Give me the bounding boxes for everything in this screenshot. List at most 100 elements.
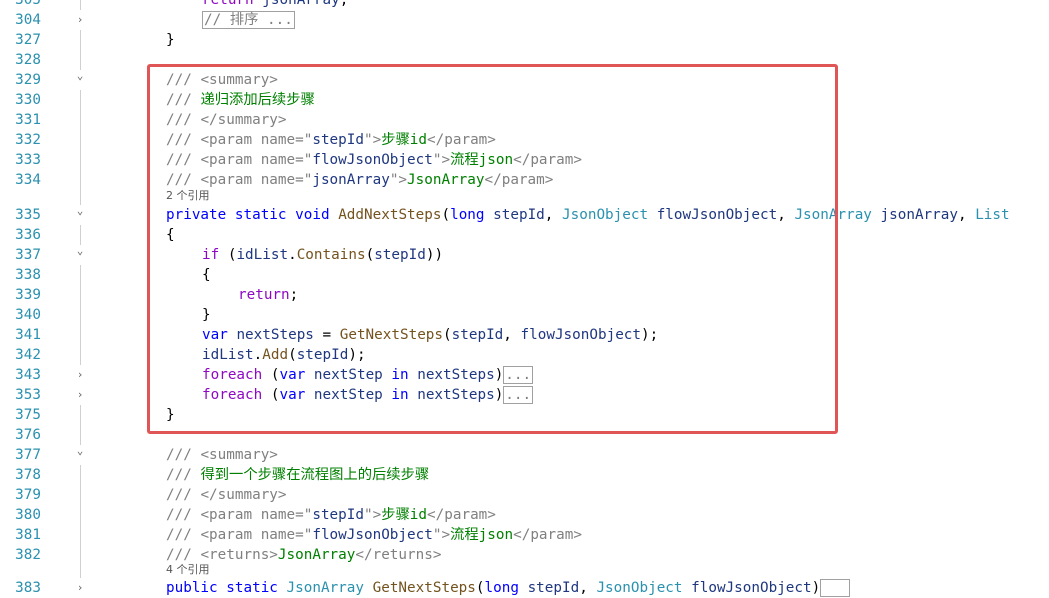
line-number: 332 [15, 132, 41, 148]
code-token: foreach [202, 387, 271, 403]
code-token: jsonArray [312, 172, 390, 188]
code-text: /// <returns>JsonArray</returns> [166, 545, 441, 565]
code-line[interactable]: 305 return jsonArray; [0, 0, 1049, 10]
code-line[interactable]: 376 [0, 425, 1049, 445]
code-token: ( [441, 207, 451, 223]
code-line[interactable]: 381 /// <param name="flowJsonObject">流程js… [0, 525, 1049, 545]
code-token: JsonArray [794, 207, 881, 223]
code-token: 步骤id [381, 132, 428, 148]
code-token: flowJsonObject [520, 327, 642, 343]
line-number: 327 [15, 32, 41, 48]
code-token: ) [811, 580, 821, 596]
code-line[interactable]: 341 var nextSteps = GetNextSteps(stepId, … [0, 325, 1049, 345]
code-token: long [484, 580, 528, 596]
code-line[interactable]: 377 ⌄ /// <summary> [0, 445, 1049, 465]
code-token: ( [288, 347, 297, 363]
code-line[interactable]: 332 /// <param name="stepId">步骤id</param> [0, 130, 1049, 150]
code-text: /// <param name="stepId">步骤id</param> [166, 505, 496, 525]
codelens-reference-count[interactable]: 4 个引用 [166, 563, 210, 577]
code-text: // 排序 ... [202, 10, 295, 30]
code-line[interactable]: 380 /// <param name="stepId">步骤id</param> [0, 505, 1049, 525]
code-line[interactable]: 330 /// 递归添加后续步骤 [0, 90, 1049, 110]
line-number: 380 [15, 507, 41, 523]
code-line[interactable]: 378 /// 得到一个步骤在流程图上的后续步骤 [0, 465, 1049, 485]
code-token: </param> [427, 132, 496, 148]
codelens-reference-count[interactable]: 2 个引用 [166, 189, 210, 203]
code-line[interactable]: 335 ⌄ private static void AddNextSteps(lon… [0, 205, 1049, 225]
code-token: JsonArray [286, 580, 373, 596]
code-token: , [544, 207, 563, 223]
chevron-right-icon[interactable]: › [74, 385, 86, 405]
code-token: nextStep [313, 387, 392, 403]
code-token: AddNextSteps [338, 207, 442, 223]
code-line[interactable]: 353 › foreach (var nextStep in nextSteps).… [0, 385, 1049, 405]
code-token: /// [166, 132, 201, 148]
code-text: { [166, 225, 175, 245]
code-line[interactable]: 382 /// <returns>JsonArray</returns> [0, 545, 1049, 565]
collapsed-region-marker[interactable]: ... [503, 366, 534, 384]
code-text: if (idList.Contains(stepId)) [202, 245, 443, 265]
code-text: foreach (var nextStep in nextSteps)... [202, 365, 534, 385]
collapsed-region-marker[interactable]: ... [503, 386, 534, 404]
code-line[interactable]: 334 /// <param name="jsonArray">JsonArray… [0, 170, 1049, 190]
code-text: private static void AddNextSteps(long st… [166, 205, 1010, 225]
code-line[interactable]: 331 /// </summary> [0, 110, 1049, 130]
line-number: 328 [15, 52, 41, 68]
code-text: foreach (var nextStep in nextSteps)... [202, 385, 534, 405]
code-line[interactable]: 375} [0, 405, 1049, 425]
code-token: nextSteps [417, 367, 495, 383]
chevron-down-icon[interactable]: ⌄ [74, 205, 86, 225]
code-editor[interactable]: 305 return jsonArray; 304 ›// 排序 ... 327} 328… [0, 0, 1049, 598]
line-number: 341 [15, 327, 41, 343]
code-line[interactable]: 333 /// <param name="flowJsonObject">流程js… [0, 150, 1049, 170]
code-text: /// <param name="stepId">步骤id</param> [166, 130, 496, 150]
line-number: 330 [15, 92, 41, 108]
collapsed-region-marker[interactable]: // 排序 ... [202, 11, 295, 29]
code-line[interactable]: 327} [0, 30, 1049, 50]
code-token: "> [389, 172, 408, 188]
line-number: 336 [15, 227, 41, 243]
code-line[interactable]: 336 { [0, 225, 1049, 245]
collapsed-region-marker[interactable] [820, 579, 851, 597]
code-line[interactable]: 328 [0, 50, 1049, 70]
chevron-right-icon[interactable]: › [74, 10, 86, 30]
code-token: flowJsonObject [312, 152, 433, 168]
chevron-right-icon[interactable]: › [74, 365, 86, 385]
chevron-right-icon[interactable]: › [74, 578, 86, 598]
line-number: 334 [15, 172, 41, 188]
code-token: stepId [493, 207, 545, 223]
code-line[interactable]: 337 ⌄ if (idList.Contains(stepId)) [0, 245, 1049, 265]
code-token: <param name=" [200, 507, 313, 523]
code-token: </param> [427, 507, 496, 523]
code-line[interactable]: 329 ⌄ /// <summary> [0, 70, 1049, 90]
code-line[interactable]: 342 idList.Add(stepId); [0, 345, 1049, 365]
code-line[interactable]: 379 /// </summary> [0, 485, 1049, 505]
code-token: <summary> [200, 447, 278, 463]
code-token: { [166, 227, 175, 243]
code-token: <param name=" [200, 172, 313, 188]
code-token: ); [641, 327, 659, 343]
code-line[interactable]: 383 › public static JsonArray GetNextSteps… [0, 578, 1049, 598]
code-token: } [166, 407, 175, 423]
chevron-down-icon[interactable]: ⌄ [74, 445, 86, 465]
code-line[interactable]: 340} [0, 305, 1049, 325]
line-number: 353 [15, 387, 41, 403]
code-token: nextStep [313, 367, 392, 383]
code-line[interactable]: 343 › foreach (var nextStep in nextSteps).… [0, 365, 1049, 385]
code-token: , [777, 207, 795, 223]
code-token: "> [432, 152, 451, 168]
code-text: /// <param name="flowJsonObject">流程json<… [166, 150, 582, 170]
code-token: 流程json [450, 152, 514, 168]
code-token: ) [494, 387, 504, 403]
code-line[interactable]: 338 { [0, 265, 1049, 285]
code-token: in [391, 387, 418, 403]
code-token: ; [289, 287, 299, 303]
code-token: </summary> [200, 112, 287, 128]
chevron-down-icon[interactable]: ⌄ [74, 70, 86, 90]
chevron-down-icon[interactable]: ⌄ [74, 245, 86, 265]
code-text: return; [238, 285, 298, 305]
code-line[interactable]: 304 › // 排序 ... [0, 10, 1049, 30]
code-token: in [391, 367, 418, 383]
code-line[interactable]: 339 return; [0, 285, 1049, 305]
code-token: } [166, 32, 175, 48]
